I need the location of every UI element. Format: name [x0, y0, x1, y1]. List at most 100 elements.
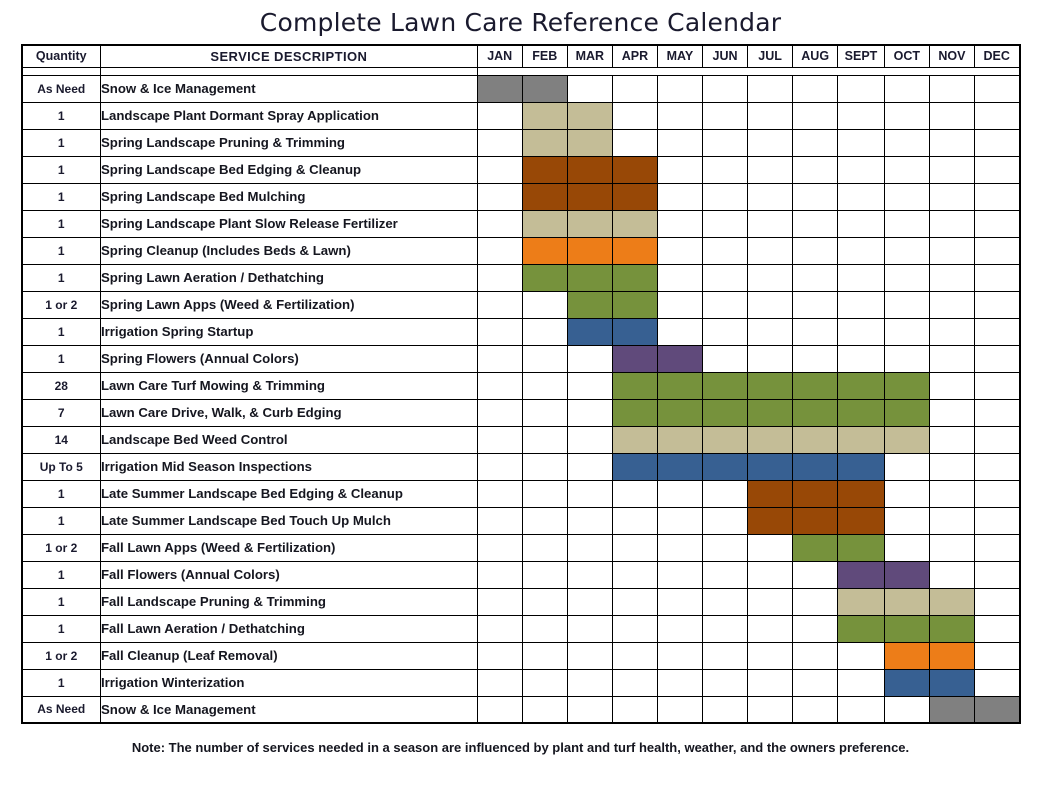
cell-month-feb	[521, 479, 568, 508]
cell-month-mar-active	[566, 155, 613, 184]
cell-month-jan	[476, 560, 523, 589]
cell-month-dec	[973, 155, 1021, 184]
cell-month-jun	[701, 560, 749, 589]
cell-month-jul	[747, 614, 794, 643]
cell-month-feb	[521, 344, 568, 373]
cell-month-mar-active	[566, 290, 613, 319]
cell-month-jun	[701, 344, 749, 373]
cell-month-mar-active	[566, 236, 613, 265]
table-header: Quantity SERVICE DESCRIPTION JAN FEB MAR…	[21, 44, 1021, 76]
cell-month-jan	[476, 506, 523, 535]
cell-month-apr	[611, 533, 658, 562]
cell-month-nov	[928, 479, 975, 508]
cell-service-description: Fall Lawn Apps (Weed & Fertilization)	[99, 533, 478, 562]
cell-month-sept	[837, 74, 885, 103]
cell-month-nov	[928, 290, 975, 319]
cell-month-dec	[973, 290, 1021, 319]
cell-service-description: Lawn Care Drive, Walk, & Curb Edging	[99, 398, 478, 427]
cell-month-sept	[837, 128, 885, 157]
cell-month-jun	[701, 695, 749, 724]
cell-month-jul-active	[747, 371, 794, 400]
cell-month-feb	[521, 371, 568, 400]
cell-month-sept-active	[837, 614, 885, 643]
cell-month-apr-active	[611, 452, 658, 481]
cell-month-apr-active	[611, 290, 658, 319]
cell-month-apr-active	[611, 182, 658, 211]
cell-month-aug-active	[792, 371, 839, 400]
cell-month-mar-active	[566, 209, 613, 238]
cell-month-jun-active	[701, 425, 749, 454]
cell-month-oct-active	[883, 371, 930, 400]
cell-month-feb	[521, 398, 568, 427]
cell-month-jul	[747, 74, 794, 103]
lawn-care-calendar-page: Complete Lawn Care Reference Calendar Qu…	[0, 0, 1041, 792]
cell-service-description: Irrigation Spring Startup	[99, 317, 478, 346]
column-header-feb: FEB	[521, 44, 568, 68]
cell-month-aug	[792, 317, 839, 346]
cell-month-may	[656, 317, 704, 346]
cell-quantity: 1 or 2	[21, 533, 101, 562]
cell-month-dec	[973, 236, 1021, 265]
cell-month-feb	[521, 506, 568, 535]
cell-month-may-active	[656, 425, 704, 454]
cell-month-sept-active	[837, 425, 885, 454]
cell-month-jun	[701, 236, 749, 265]
cell-month-dec	[973, 128, 1021, 157]
cell-month-aug-active	[792, 452, 839, 481]
cell-month-mar	[566, 506, 613, 535]
cell-month-jan	[476, 533, 523, 562]
cell-month-aug	[792, 641, 839, 670]
cell-quantity: 1	[21, 209, 101, 238]
cell-month-oct	[883, 533, 930, 562]
cell-month-jun-active	[701, 452, 749, 481]
column-header-quantity: Quantity	[21, 44, 101, 68]
cell-month-apr-active	[611, 209, 658, 238]
cell-quantity: 1	[21, 317, 101, 346]
cell-month-dec	[973, 371, 1021, 400]
cell-month-sept	[837, 695, 885, 724]
cell-month-feb	[521, 695, 568, 724]
cell-month-aug	[792, 209, 839, 238]
cell-month-aug-active	[792, 533, 839, 562]
table-row: 1 Spring Landscape Bed Mulching	[21, 182, 1021, 211]
cell-month-jun	[701, 641, 749, 670]
cell-month-feb	[521, 560, 568, 589]
cell-service-description: Spring Lawn Aeration / Dethatching	[99, 263, 478, 292]
cell-month-nov	[928, 452, 975, 481]
header-spacer-row	[21, 66, 1021, 76]
cell-month-may	[656, 182, 704, 211]
cell-month-jun-active	[701, 398, 749, 427]
cell-service-description: Irrigation Winterization	[99, 668, 478, 697]
cell-month-mar-active	[566, 263, 613, 292]
cell-month-mar	[566, 371, 613, 400]
cell-quantity: As Need	[21, 74, 101, 103]
cell-month-oct	[883, 695, 930, 724]
cell-month-nov-active	[928, 695, 975, 724]
cell-month-oct	[883, 479, 930, 508]
cell-month-feb	[521, 668, 568, 697]
cell-month-jul	[747, 533, 794, 562]
cell-month-dec	[973, 398, 1021, 427]
cell-month-sept-active	[837, 398, 885, 427]
cell-month-mar	[566, 74, 613, 103]
cell-month-jan	[476, 398, 523, 427]
service-calendar-table: Quantity SERVICE DESCRIPTION JAN FEB MAR…	[20, 44, 1021, 724]
cell-month-mar	[566, 452, 613, 481]
cell-month-oct	[883, 74, 930, 103]
cell-month-feb-active	[521, 182, 568, 211]
cell-month-jun	[701, 668, 749, 697]
cell-month-feb	[521, 425, 568, 454]
cell-month-nov	[928, 236, 975, 265]
cell-month-oct	[883, 290, 930, 319]
cell-month-apr	[611, 641, 658, 670]
footer-note: Note: The number of services needed in a…	[131, 740, 910, 755]
cell-month-nov	[928, 533, 975, 562]
cell-month-apr	[611, 560, 658, 589]
cell-month-jul	[747, 695, 794, 724]
cell-month-oct-active	[883, 668, 930, 697]
cell-month-dec	[973, 506, 1021, 535]
cell-month-oct	[883, 128, 930, 157]
cell-service-description: Spring Flowers (Annual Colors)	[99, 344, 478, 373]
cell-month-mar	[566, 695, 613, 724]
cell-month-jun	[701, 182, 749, 211]
